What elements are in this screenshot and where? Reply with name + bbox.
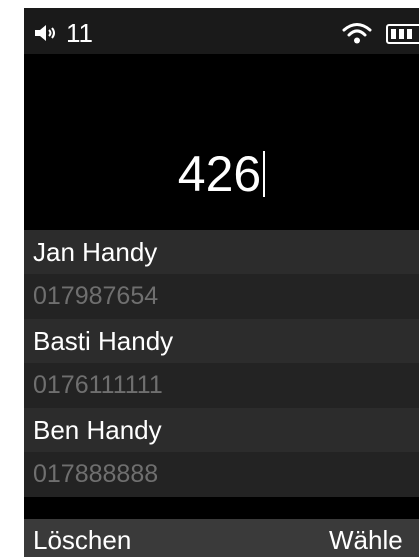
contact-item[interactable]: Ben Handy 017888888 bbox=[24, 408, 419, 497]
contact-number: 017888888 bbox=[24, 452, 419, 497]
contact-name: Ben Handy bbox=[24, 408, 419, 452]
speaker-icon bbox=[35, 25, 55, 41]
text-cursor bbox=[263, 151, 266, 197]
dialed-number: 426 bbox=[177, 146, 262, 202]
contact-item[interactable]: Jan Handy 017987654 bbox=[24, 230, 419, 319]
contact-name: Jan Handy bbox=[24, 230, 419, 274]
contact-item[interactable]: Basti Handy 0176111111 bbox=[24, 319, 419, 408]
contact-number: 0176111111 bbox=[24, 363, 419, 408]
contact-number: 017987654 bbox=[24, 274, 419, 319]
contact-name: Basti Handy bbox=[24, 319, 419, 363]
contact-suggestion-list: Jan Handy 017987654 Basti Handy 01761111… bbox=[24, 230, 419, 497]
wifi-icon bbox=[342, 23, 372, 44]
dial-softkey[interactable]: Wähle bbox=[329, 523, 403, 557]
volume-level: 11 bbox=[66, 18, 93, 48]
softkey-bar: Löschen Wähle bbox=[24, 519, 419, 557]
phone-screen: 11 426 Jan Handy 017987654 Basti Handy 0… bbox=[24, 8, 419, 557]
dialed-number-display[interactable]: 426 bbox=[24, 146, 419, 202]
delete-softkey[interactable]: Löschen bbox=[33, 523, 131, 557]
battery-icon bbox=[386, 24, 419, 44]
status-bar: 11 bbox=[24, 8, 419, 54]
dial-input-area[interactable]: 426 bbox=[24, 54, 419, 230]
